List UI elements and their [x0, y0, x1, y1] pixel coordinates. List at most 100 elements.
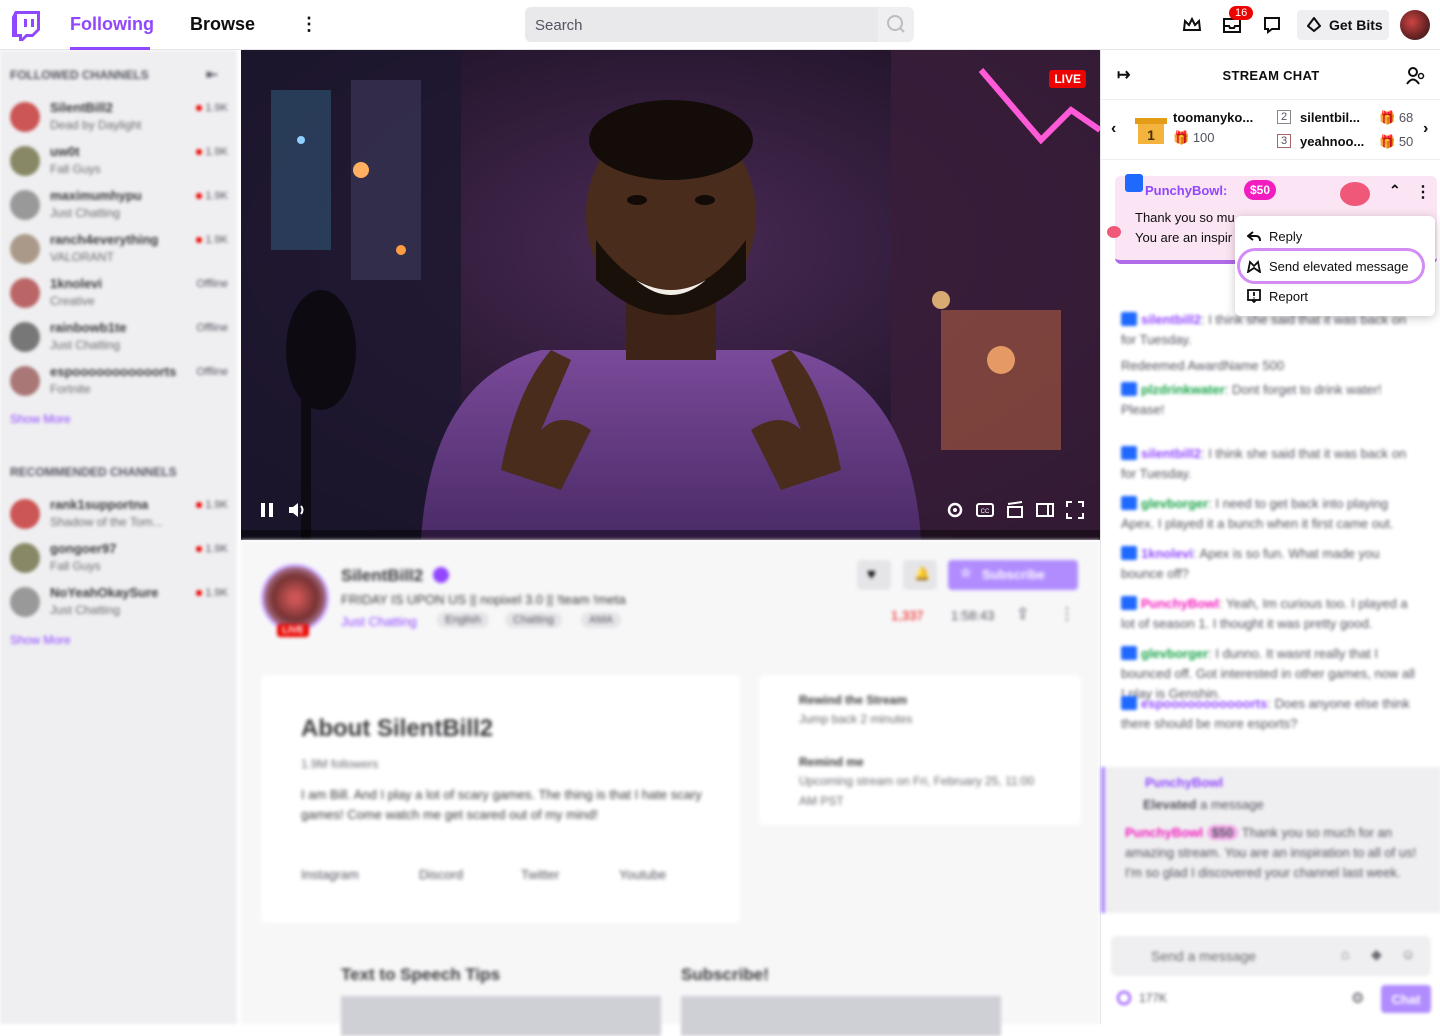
gifter-name[interactable]: yeahnoo... [1300, 134, 1364, 149]
elevated-message-entry[interactable]: PunchyBowl Elevated a message PunchyBowl… [1101, 767, 1440, 913]
panel-image[interactable] [681, 996, 1001, 1036]
sidebar-channel-item[interactable]: uw0t Fall Guys 1.9K [10, 142, 232, 182]
channel-avatar [10, 234, 40, 264]
chevron-left-icon[interactable]: ‹ [1111, 120, 1116, 138]
channel-name[interactable]: SilentBill2 [341, 566, 423, 586]
chat-send-button[interactable]: Chat [1381, 985, 1431, 1013]
chat-settings-gear-icon[interactable]: ⚙ [1351, 989, 1364, 1007]
sidebar-channel-item[interactable]: ranch4everything VALORANT 1.9K [10, 230, 232, 270]
channel-viewers: 1.9K [196, 102, 228, 114]
more-options-icon[interactable]: ⋮ [1059, 604, 1075, 624]
verified-badge-icon [433, 567, 449, 583]
sidebar-channel-item[interactable]: 1knolevi Creative Offline [10, 274, 232, 314]
menu-report[interactable]: Report [1269, 289, 1308, 304]
more-menu-icon[interactable]: ⋮ [300, 15, 318, 35]
gifter-name[interactable]: silentbil... [1300, 110, 1360, 125]
panel-image[interactable] [341, 996, 661, 1036]
elevated-message-icon [1247, 260, 1261, 273]
community-users-icon[interactable] [1405, 66, 1425, 86]
video-player[interactable]: LIVE CC [241, 50, 1100, 540]
chat-message[interactable]: Redeemed AwardName 500 [1121, 356, 1421, 376]
pause-icon[interactable] [257, 500, 277, 520]
chat-message[interactable]: glevborger: I need to get back into play… [1121, 494, 1421, 534]
stream-tag[interactable]: AMA [581, 612, 621, 628]
sidebar-channel-item[interactable]: NoYeahOkaySure Just Chatting 1.9K [10, 583, 232, 623]
sidebar-channel-item[interactable]: maximumhypu Just Chatting 1.9K [10, 186, 232, 226]
channel-name: 1knolevi [50, 276, 103, 291]
channel-points-icon[interactable] [1117, 991, 1131, 1005]
show-more-recommended-link[interactable]: Show More [10, 633, 71, 647]
channel-name: espooooooooooorts [50, 364, 177, 379]
rewind-title[interactable]: Rewind the Stream [799, 693, 907, 707]
volume-icon[interactable] [287, 500, 307, 520]
twitch-logo-icon[interactable] [12, 11, 40, 41]
channel-avatar [10, 322, 40, 352]
gifter-amount: 🎁 50 [1379, 134, 1414, 149]
sidebar-channel-item[interactable]: rank1supportna Shadow of the Tom... 1.9K [10, 495, 232, 535]
share-icon[interactable]: ⇪ [1016, 604, 1029, 624]
chevron-right-icon[interactable]: › [1423, 120, 1428, 138]
discord-link[interactable]: Discord [419, 867, 463, 882]
channel-name: uw0t [50, 144, 80, 159]
menu-send-elevated-message[interactable]: Send elevated message [1269, 259, 1408, 274]
get-bits-button[interactable]: Get Bits [1297, 10, 1389, 40]
twitter-link[interactable]: Twitter [521, 867, 559, 882]
remind-title[interactable]: Remind me [799, 755, 864, 769]
chat-message[interactable]: espooooooooooorts: Does anyone else thin… [1121, 694, 1421, 734]
sidebar-channel-item[interactable]: espooooooooooorts Fortnite Offline [10, 362, 232, 402]
search-input[interactable]: Search [525, 7, 878, 42]
closed-captions-icon[interactable]: CC [975, 500, 995, 520]
chat-message[interactable]: plzdrinkwater: Dont forget to drink wate… [1121, 380, 1421, 420]
theatre-mode-icon[interactable] [1035, 500, 1055, 520]
user-badge-icon [1121, 496, 1137, 510]
menu-reply[interactable]: Reply [1269, 229, 1302, 244]
channel-avatar[interactable] [261, 564, 329, 632]
channel-live-badge: LIVE [277, 624, 310, 637]
user-avatar[interactable] [1400, 10, 1430, 40]
channel-game: Just Chatting [50, 603, 121, 617]
chat-message[interactable]: silentbill2: I think she said that it wa… [1121, 310, 1421, 350]
chevron-up-icon[interactable]: ⌃ [1389, 182, 1401, 199]
gifter-name[interactable]: toomanyko... [1173, 110, 1253, 125]
emote-picker-icon[interactable]: ☺ [1401, 946, 1415, 962]
settings-gear-icon[interactable] [945, 500, 965, 520]
channel-avatar [10, 146, 40, 176]
chat-input[interactable]: Send a message ⌂ ◆ ☺ [1111, 936, 1431, 976]
bits-icon[interactable]: ◆ [1371, 946, 1382, 963]
about-description: I am Bill. And I play a lot of scary gam… [301, 787, 702, 822]
followed-channels-header: FOLLOWED CHANNELS [10, 68, 149, 82]
chat-message[interactable]: silentbill2: I think she said that it wa… [1121, 444, 1421, 484]
prime-crown-icon[interactable] [1181, 14, 1203, 36]
channel-name: rainbowb1te [50, 320, 127, 335]
collapse-sidebar-icon[interactable]: ⇤ [206, 66, 218, 83]
show-more-followed-link[interactable]: Show More [10, 412, 71, 426]
follow-heart-button[interactable]: ♥ [857, 560, 891, 590]
chat-message[interactable]: PunchyBowl: Yeah, Im curious too. I play… [1121, 594, 1421, 634]
pinned-username[interactable]: PunchyBowl: [1145, 183, 1227, 198]
about-panel: About SilentBill2 1.9M followers I am Bi… [261, 675, 740, 923]
nav-following-link[interactable]: Following [70, 14, 154, 35]
sidebar-channel-item[interactable]: rainbowb1te Just Chatting Offline [10, 318, 232, 358]
sidebar-channel-item[interactable]: gongoer97 Fall Guys 1.9K [10, 539, 232, 579]
elevated-chat-icon[interactable]: ⌂ [1341, 946, 1349, 962]
nav-browse-link[interactable]: Browse [190, 14, 255, 35]
whispers-icon[interactable] [1261, 14, 1283, 36]
subscribe-button[interactable]: ☆ Subscribe [948, 560, 1078, 590]
notifications-bell-button[interactable]: 🔔 [903, 560, 937, 590]
channel-avatar [10, 102, 40, 132]
stream-category-link[interactable]: Just Chatting [341, 614, 417, 629]
fullscreen-icon[interactable] [1065, 500, 1085, 520]
search-button[interactable] [878, 7, 914, 42]
stream-tag[interactable]: Chatting [505, 612, 562, 628]
message-options-icon[interactable]: ⋮ [1415, 182, 1431, 202]
instagram-link[interactable]: Instagram [301, 867, 359, 882]
left-sidebar: FOLLOWED CHANNELS ⇤ SilentBill2 Dead by D… [0, 50, 237, 1024]
youtube-link[interactable]: Youtube [619, 867, 666, 882]
stream-title: FRIDAY IS UPON US || nopixel 3.0 || !tea… [341, 592, 626, 607]
stream-tag[interactable]: English [437, 612, 490, 628]
sidebar-channel-item[interactable]: SilentBill2 Dead by Daylight 1.9K [10, 98, 232, 138]
gifter-amount: 🎁 100 [1173, 130, 1215, 145]
elevated-username[interactable]: PunchyBowl [1145, 775, 1223, 790]
chat-message[interactable]: 1knolevi: Apex is so fun. What made you … [1121, 544, 1421, 584]
clip-icon[interactable] [1005, 500, 1025, 520]
